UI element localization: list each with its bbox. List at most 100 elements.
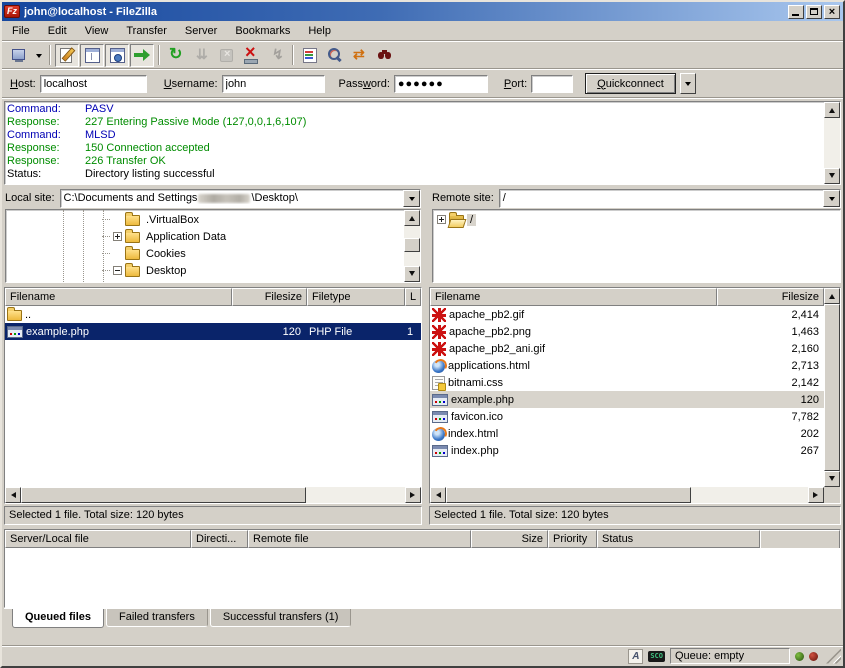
sync-browsing-button[interactable] [348,44,372,67]
scrollbar-thumb[interactable] [446,487,691,503]
status-bar: A SCO Queue: empty [2,645,843,666]
combo-dropdown-button[interactable] [823,190,840,207]
toggle-message-log-button[interactable] [55,44,79,67]
pane-splitter[interactable] [422,287,429,525]
refresh-button[interactable] [164,44,188,67]
queue-tabs: Queued filesFailed transfersSuccessful t… [4,608,841,629]
column-header[interactable]: Priority [548,530,597,548]
local-site-combo[interactable]: C:\Documents and Settings\Desktop\ [60,189,421,208]
file-row[interactable]: favicon.ico 7,782 [430,408,824,425]
scrollbar-thumb[interactable] [404,238,420,252]
column-header[interactable]: Filename [430,288,717,306]
process-queue-button[interactable] [189,44,213,67]
filter-button[interactable] [298,44,322,67]
file-row[interactable]: index.html 202 [430,425,824,442]
pane-splitter[interactable] [422,209,429,283]
minimize-button[interactable] [788,5,804,19]
maximize-button[interactable] [806,5,822,19]
scroll-left-button[interactable] [5,487,21,503]
window-controls: × [788,5,841,19]
reconnect-button[interactable] [264,44,288,67]
menu-item[interactable]: View [76,23,118,39]
menu-item[interactable]: Transfer [117,23,176,39]
menu-item[interactable]: Bookmarks [226,23,299,39]
menu-item[interactable]: Edit [39,23,76,39]
remote-site-combo[interactable]: / [499,189,841,208]
column-header[interactable]: Size [471,530,548,548]
close-button[interactable]: × [824,5,840,19]
combo-dropdown-button[interactable] [403,190,420,207]
menu-item[interactable]: File [3,23,39,39]
quickconnect-dropdown[interactable] [680,73,696,94]
tree-expander[interactable] [113,232,122,241]
column-header[interactable]: Status [597,530,760,548]
toggle-queue-button[interactable] [130,44,154,67]
column-header[interactable]: Remote file [248,530,471,548]
scroll-right-button[interactable] [808,487,824,503]
disconnect-button[interactable] [239,44,263,67]
tree-item[interactable]: Application Data [102,228,404,245]
file-row[interactable]: apache_pb2.png 1,463 [430,323,824,340]
file-row[interactable]: example.php 120 PHP File 1 [5,323,421,340]
file-row[interactable]: applications.html 2,713 [430,357,824,374]
remote-horizontal-scrollbar[interactable] [430,487,824,503]
password-input[interactable] [394,75,488,93]
menu-item[interactable]: Server [176,23,226,39]
tree-item[interactable]: .VirtualBox [102,211,404,228]
scroll-up-button[interactable] [824,102,840,118]
queue-tab[interactable]: Failed transfers [106,609,208,627]
username-input[interactable] [222,75,325,93]
file-row[interactable]: .. [5,306,421,323]
menu-item[interactable]: Help [299,23,340,39]
queue-tab[interactable]: Successful transfers (1) [210,609,352,627]
file-type [307,306,405,323]
log-scrollbar[interactable] [824,102,840,184]
port-input[interactable] [531,75,573,93]
file-row[interactable]: example.php 120 [430,391,824,408]
file-row[interactable]: bitnami.css 2,142 [430,374,824,391]
file-row[interactable]: index.php 267 [430,442,824,459]
column-header[interactable]: Filename [5,288,232,306]
column-header[interactable]: Server/Local file [5,530,191,548]
tree-expander[interactable] [113,266,122,275]
scroll-down-button[interactable] [824,471,840,487]
column-header[interactable]: Filesize [232,288,307,306]
toggle-remote-tree-button[interactable] [105,44,129,67]
remote-vertical-scrollbar[interactable] [824,288,840,487]
tree-expander[interactable] [437,215,446,224]
site-manager-dropdown[interactable] [32,44,45,67]
scrollbar-thumb[interactable] [824,304,840,471]
column-header[interactable]: Filesize [717,288,824,306]
tree-item[interactable]: Desktop [102,262,404,279]
queue-tab[interactable]: Queued files [12,609,104,628]
local-tree-scrollbar[interactable] [404,210,420,282]
pane-splitter[interactable] [422,187,429,209]
toolbar [2,42,843,68]
tree-item[interactable]: / [437,211,840,228]
file-icon [432,376,445,390]
column-header[interactable]: L [405,288,421,306]
quickconnect-button[interactable]: Quickconnect [585,73,676,94]
scrollbar-thumb[interactable] [21,487,306,503]
scroll-up-button[interactable] [824,288,840,304]
scroll-up-button[interactable] [404,210,420,226]
toggle-local-tree-button[interactable] [80,44,104,67]
cancel-button[interactable] [214,44,238,67]
remote-tree-content: / [433,210,840,282]
local-horizontal-scrollbar[interactable] [5,487,421,503]
resize-grip[interactable] [826,649,841,664]
scroll-right-button[interactable] [405,487,421,503]
folder-icon [125,266,140,277]
site-manager-button[interactable] [7,44,31,67]
scroll-left-button[interactable] [430,487,446,503]
file-row[interactable]: apache_pb2_ani.gif 2,160 [430,340,824,357]
column-header[interactable]: Filetype [307,288,405,306]
tree-item[interactable]: Cookies [102,245,404,262]
file-row[interactable]: apache_pb2.gif 2,414 [430,306,824,323]
compare-button[interactable] [323,44,347,67]
find-files-button[interactable] [373,44,397,67]
scroll-down-button[interactable] [404,266,420,282]
host-input[interactable] [40,75,147,93]
column-header[interactable]: Directi... [191,530,248,548]
scroll-down-button[interactable] [824,168,840,184]
